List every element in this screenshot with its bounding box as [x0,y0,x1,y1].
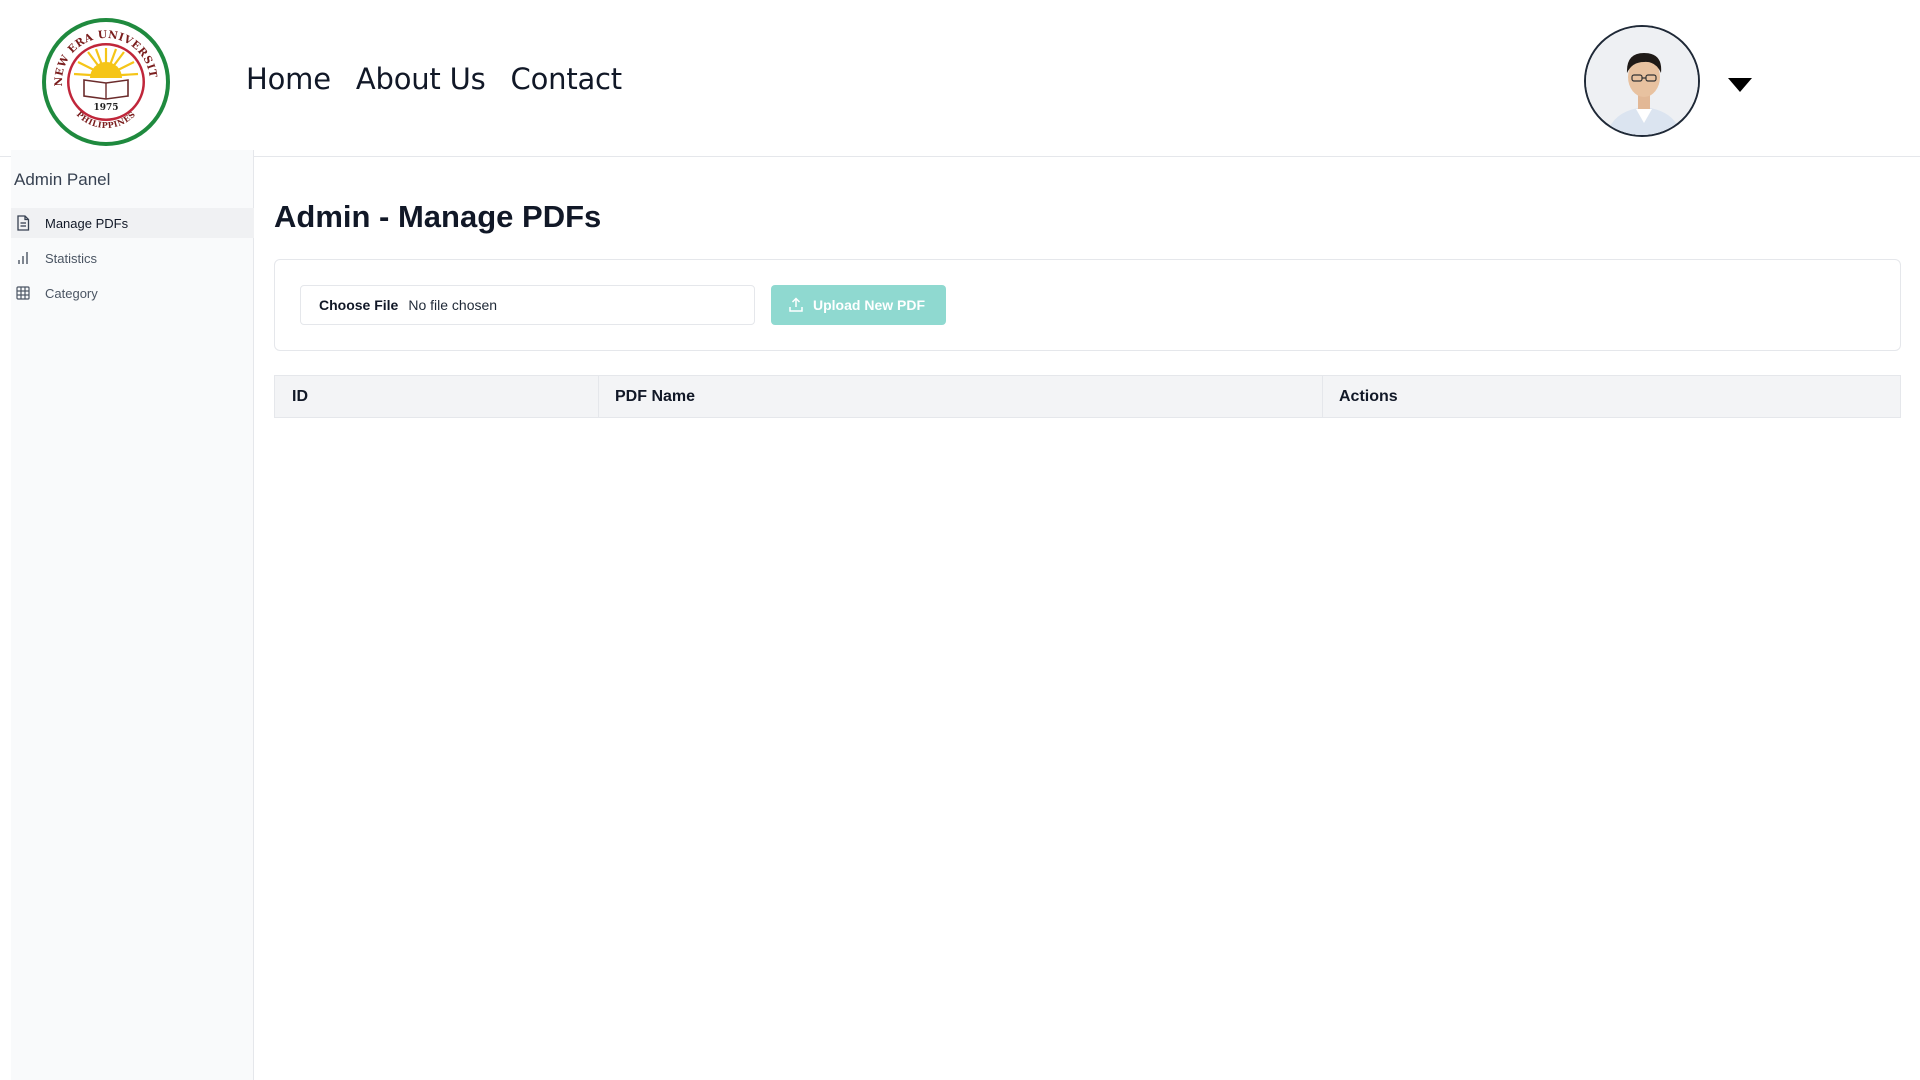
logo-year: 1975 [93,103,118,113]
sidebar-item-category[interactable]: Category [11,278,254,308]
sidebar-title: Admin Panel [14,170,111,189]
sidebar-item-label: Statistics [45,250,98,266]
grid-icon [15,285,31,301]
admin-sidebar: Admin Panel Manage PDFs Statistics Categ… [11,150,254,1080]
bar-chart-icon [15,250,31,266]
upload-pdf-button[interactable]: Upload New PDF [771,285,946,325]
page-title: Admin - Manage PDFs [274,199,602,234]
pdf-table: ID PDF Name Actions [274,375,1901,418]
top-header: NEW ERA UNIVERSITY PHILIPPINES 1975 Home… [0,0,1920,157]
university-logo: NEW ERA UNIVERSITY PHILIPPINES 1975 [40,16,170,146]
nav-about-us[interactable]: About Us [356,62,486,96]
document-icon [15,215,31,231]
file-input[interactable]: Choose File No file chosen [300,285,755,325]
file-status-text: No file chosen [408,297,498,313]
caret-down-icon[interactable] [1727,77,1753,93]
nav-contact[interactable]: Contact [511,62,623,96]
upload-card: Choose File No file chosen Upload New PD… [274,259,1901,351]
user-avatar[interactable] [1584,25,1700,137]
column-header-actions: Actions [1339,387,1398,405]
sidebar-item-manage-pdfs[interactable]: Manage PDFs [11,208,254,238]
sidebar-item-label: Category [45,285,98,301]
upload-icon [788,297,804,313]
column-header-id: ID [275,376,599,417]
upload-button-label: Upload New PDF [813,297,926,313]
choose-file-button[interactable]: Choose File [319,297,398,313]
nav-home[interactable]: Home [246,62,331,96]
column-header-pdf-name: PDF Name [599,376,1323,417]
sidebar-item-statistics[interactable]: Statistics [11,243,254,273]
sidebar-item-label: Manage PDFs [45,215,129,231]
main-nav: Home About Us Contact [246,62,622,96]
